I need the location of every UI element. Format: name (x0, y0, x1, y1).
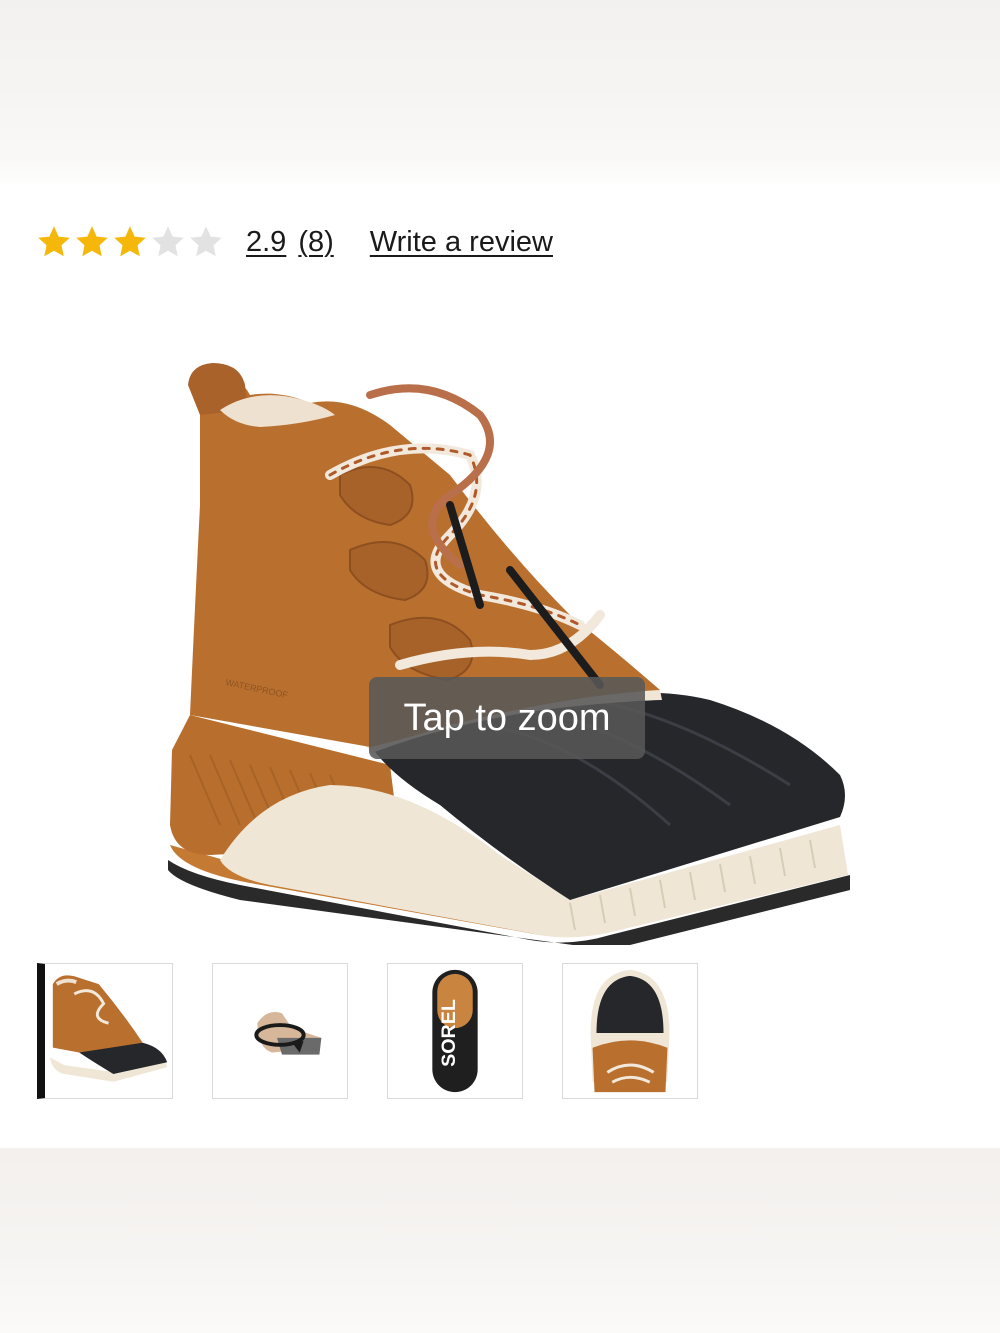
write-review-link[interactable]: Write a review (370, 226, 553, 259)
star-filled-icon (38, 226, 70, 257)
boot-side-thumbnail (49, 975, 168, 1082)
star-empty-icon (152, 226, 184, 257)
sorel-brand-text: SOREL (438, 999, 460, 1067)
review-count-link[interactable]: (8) (298, 226, 333, 259)
main-product-image[interactable]: WATERPROOF Tap to zoom (0, 285, 1000, 950)
thumbnail-boot-side[interactable] (37, 963, 173, 1099)
star-empty-icon (190, 226, 222, 257)
star-filled-icon (114, 226, 146, 257)
star-filled-icon (76, 226, 108, 257)
rotate-360-icon (254, 1012, 322, 1055)
thumbnail-toe-top[interactable] (562, 963, 698, 1099)
toe-top-thumbnail (590, 969, 670, 1093)
blurred-footer-area (0, 1148, 1000, 1333)
rating-value-link[interactable]: 2.9 (246, 226, 286, 259)
thumbnail-strip: SOREL (37, 963, 737, 1103)
thumbnail-360-view[interactable] (212, 963, 348, 1099)
thumbnail-sole[interactable]: SOREL (387, 963, 523, 1099)
sole-thumbnail: SOREL (432, 969, 478, 1093)
star-rating[interactable] (36, 224, 224, 260)
rating-row: 2.9 (8) Write a review (36, 222, 553, 262)
tap-to-zoom-hint: Tap to zoom (369, 677, 645, 759)
boot-photo: WATERPROOF (168, 363, 850, 945)
blurred-header-area (0, 0, 1000, 185)
